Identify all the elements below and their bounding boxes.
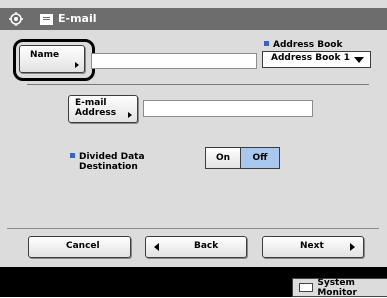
divided-label-line1: Divided Data [79, 152, 145, 162]
system-monitor-label: System Monitor [317, 277, 357, 298]
address-book-dropdown[interactable]: Address Book 1 [262, 51, 371, 68]
divided-data-destination-label: Divided Data Destination [70, 152, 145, 172]
mail-icon [40, 14, 53, 25]
system-monitor-button[interactable]: System Monitor [292, 277, 387, 298]
divided-label-line2: Destination [79, 162, 138, 172]
next-button[interactable]: Next [262, 236, 364, 258]
email-address-button-label: E-mail Address [75, 98, 116, 118]
name-button-label: Name [30, 50, 60, 60]
email-label-line1: E-mail [75, 98, 107, 108]
monitor-icon [299, 283, 314, 292]
cancel-button[interactable]: Cancel [28, 236, 131, 258]
bottom-divider [7, 228, 379, 229]
address-book-label: Address Book [264, 40, 342, 50]
separator-bar [0, 267, 387, 275]
arrow-right-icon [350, 243, 355, 251]
cancel-label: Cancel [66, 241, 100, 251]
address-book-label-text: Address Book [273, 40, 343, 50]
divider [27, 84, 369, 85]
bullet-icon [70, 153, 75, 158]
email-label-line2: Address [75, 108, 117, 118]
arrow-right-icon [75, 62, 79, 68]
title-bar: E-mail [0, 8, 387, 30]
address-book-selected: Address Book 1 [271, 53, 350, 63]
back-label: Back [194, 241, 219, 251]
divided-on-button[interactable]: On [205, 147, 241, 169]
next-label: Next [300, 241, 324, 251]
chevron-down-icon [354, 57, 364, 63]
email-address-field[interactable] [143, 100, 313, 117]
arrow-left-icon [154, 243, 159, 251]
bullet-icon [264, 41, 269, 46]
email-address-button[interactable]: E-mail Address [68, 95, 138, 123]
name-button[interactable]: Name [19, 45, 85, 73]
window-title: E-mail [58, 12, 97, 25]
screen: E-mail Name Address Book Address Book 1 … [0, 0, 387, 267]
name-field[interactable] [91, 53, 257, 69]
back-button[interactable]: Back [145, 236, 247, 258]
divided-off-button[interactable]: Off [240, 147, 280, 169]
settings-icon [9, 12, 23, 26]
arrow-right-icon [128, 112, 132, 118]
